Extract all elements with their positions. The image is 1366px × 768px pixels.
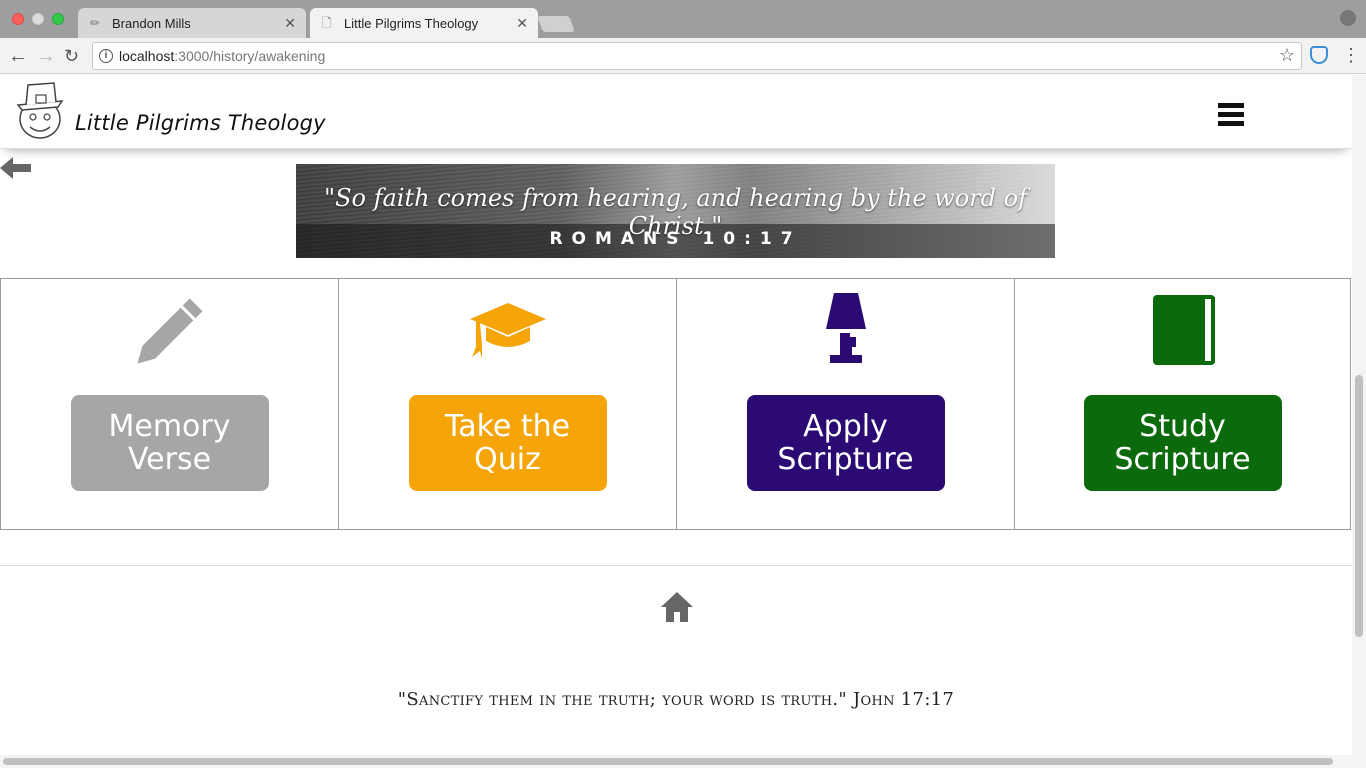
browser-tab-little-pilgrims[interactable]: 🗋 Little Pilgrims Theology ✕	[310, 8, 538, 38]
card-study-scripture: Study Scripture	[1014, 278, 1351, 530]
extension-shield-icon[interactable]	[1310, 46, 1328, 64]
back-icon[interactable]: ←	[8, 44, 28, 68]
lamp-icon	[825, 293, 866, 363]
window-minimize-button[interactable]	[32, 13, 44, 25]
activity-cards: Memory Verse Take the Quiz Apply Scriptu…	[0, 278, 1351, 530]
url-text[interactable]: localhost:3000/history/awakening	[119, 48, 325, 64]
info-icon[interactable]: i	[99, 49, 113, 63]
pilgrim-logo[interactable]	[10, 79, 74, 143]
browser-tab-brandon-mills[interactable]: ✏ Brandon Mills ✕	[78, 8, 306, 38]
footer-quote: "Sanctify them in the truth; your word i…	[397, 689, 955, 710]
pencil-icon	[136, 298, 203, 364]
browser-menu-icon[interactable]: ⋮	[1342, 44, 1360, 66]
site-title[interactable]: Little Pilgrims Theology	[75, 111, 326, 135]
card-take-quiz: Take the Quiz	[338, 278, 676, 530]
hamburger-menu-icon[interactable]	[1218, 103, 1244, 127]
home-icon[interactable]	[660, 591, 694, 623]
browser-toolbar: ← → ↻ i localhost:3000/history/awakening…	[0, 38, 1366, 74]
page-icon: 🗋	[322, 16, 332, 30]
new-tab-button[interactable]	[537, 16, 575, 32]
banner-reference: ROMANS 10:17	[549, 229, 802, 249]
scripture-banner: "So faith comes from hearing, and hearin…	[296, 164, 1055, 258]
study-scripture-button[interactable]: Study Scripture	[1083, 395, 1282, 491]
book-icon	[1152, 295, 1215, 365]
card-memory-verse: Memory Verse	[0, 278, 338, 530]
header-divider	[0, 148, 1352, 149]
site-header: Little Pilgrims Theology	[0, 75, 1352, 148]
pencil-icon: ✏	[90, 16, 101, 30]
back-arrow-icon[interactable]	[0, 155, 32, 181]
tab-title: Brandon Mills	[112, 15, 191, 31]
window-close-button[interactable]	[12, 13, 24, 25]
horizontal-scrollbar[interactable]	[0, 755, 1366, 768]
footer-divider	[0, 565, 1352, 566]
page-viewport: Little Pilgrims Theology "So faith comes…	[0, 75, 1352, 755]
take-quiz-button[interactable]: Take the Quiz	[408, 395, 607, 491]
card-apply-scripture: Apply Scripture	[676, 278, 1014, 530]
vertical-scrollbar[interactable]	[1352, 75, 1366, 755]
browser-tab-bar: ✏ Brandon Mills ✕ 🗋 Little Pilgrims Theo…	[0, 0, 1366, 38]
apply-scripture-button[interactable]: Apply Scripture	[746, 395, 945, 491]
profile-icon[interactable]	[1340, 10, 1356, 26]
window-maximize-button[interactable]	[52, 13, 64, 25]
memory-verse-button[interactable]: Memory Verse	[70, 395, 269, 491]
reload-icon[interactable]: ↻	[64, 44, 79, 68]
close-icon[interactable]: ✕	[516, 15, 528, 32]
close-icon[interactable]: ✕	[284, 15, 296, 32]
graduation-cap-icon	[469, 303, 546, 359]
address-bar[interactable]: i localhost:3000/history/awakening ☆	[92, 42, 1302, 70]
bookmark-star-icon[interactable]: ☆	[1279, 45, 1295, 66]
tab-title: Little Pilgrims Theology	[344, 15, 479, 31]
forward-icon[interactable]: →	[36, 44, 56, 68]
